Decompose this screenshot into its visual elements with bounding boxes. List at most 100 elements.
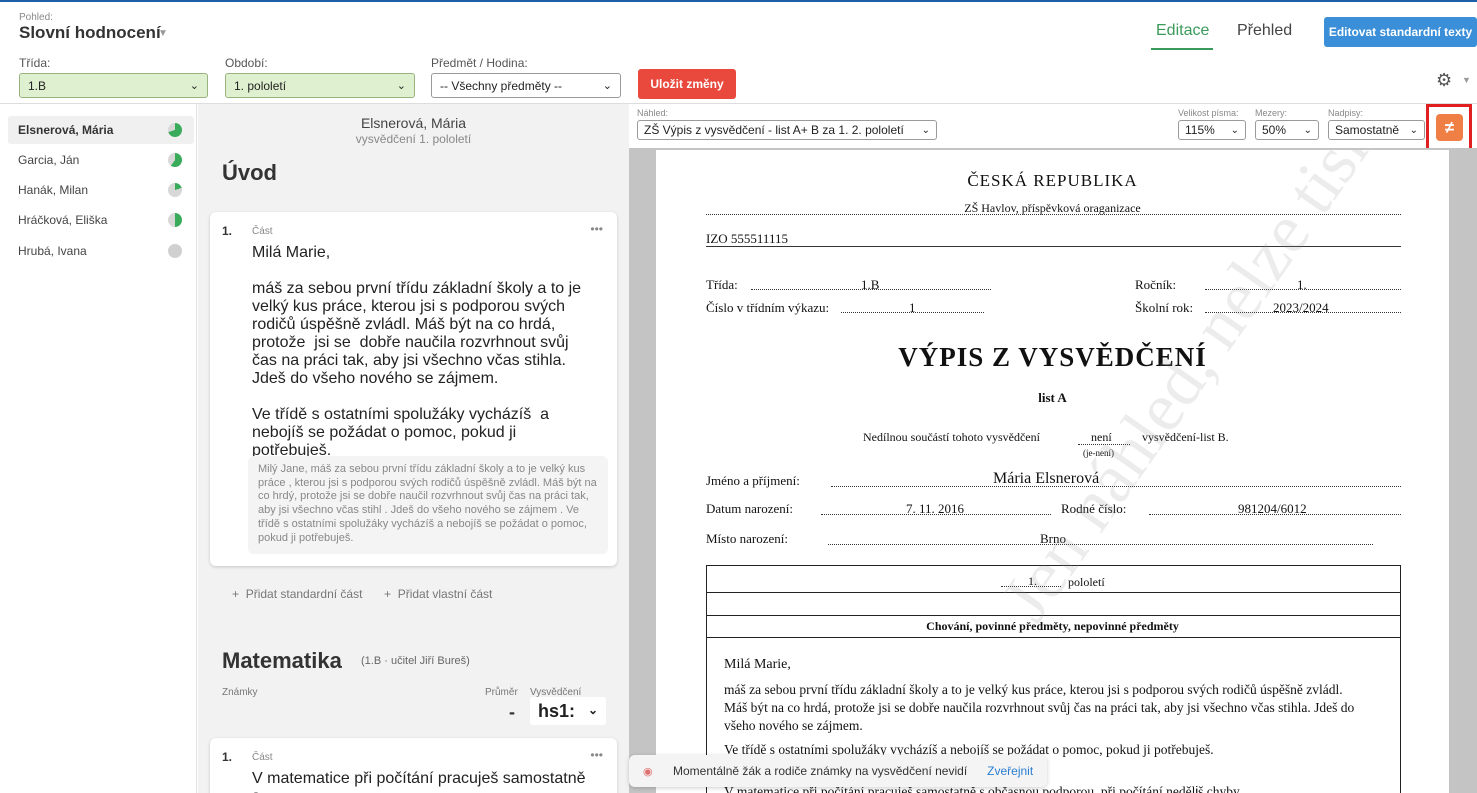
part-text-editor[interactable]: Milá Marie, máš za sebou první třídu zák… bbox=[252, 244, 597, 460]
text-part-card[interactable]: 1. Část ••• Milá Marie, máš za sebou prv… bbox=[210, 212, 617, 566]
report-subtitle: vysvědčení 1. pololetí bbox=[355, 132, 472, 146]
part-text-editor[interactable]: V matematice při počítání pracuješ samos… bbox=[252, 770, 597, 793]
predmet-select[interactable]: -- Všechny předměty -- ⌄ bbox=[431, 73, 621, 98]
tab-prehled[interactable]: Přehled bbox=[1237, 22, 1292, 40]
chevron-down-icon: ⌄ bbox=[1409, 124, 1418, 136]
student-item[interactable]: Elsnerová, Mária bbox=[8, 116, 194, 144]
section-title-uvod: Úvod bbox=[222, 160, 277, 185]
doc-trida-value: 1.B bbox=[861, 277, 880, 292]
headings-value: Samostatně bbox=[1335, 123, 1400, 137]
report-document: ČESKÁ REPUBLIKA ZŠ Havlov, příspěvková o… bbox=[656, 150, 1449, 793]
report-grade-select[interactable]: hs1: ⌄ bbox=[530, 697, 606, 725]
chevron-down-icon[interactable]: ▼ bbox=[158, 28, 168, 39]
average-value: - bbox=[509, 702, 515, 722]
publish-link[interactable]: Zveřejnit bbox=[987, 764, 1033, 778]
toast-message: Momentálně žák a rodiče známky na vysvěd… bbox=[673, 764, 968, 778]
nahled-label: Náhled: bbox=[637, 108, 669, 118]
gear-icon[interactable]: ⚙ bbox=[1436, 70, 1452, 91]
student-item[interactable]: Hrubá, Ivana bbox=[8, 237, 194, 265]
doc-list: list A bbox=[1038, 390, 1067, 405]
student-item[interactable]: Hráčková, Eliška bbox=[8, 206, 194, 234]
headings-label: Nadpisy: bbox=[1328, 108, 1364, 118]
view-title-dropdown[interactable]: Slovní hodnocení bbox=[19, 23, 161, 43]
spacing-select[interactable]: 50% ⌄ bbox=[1255, 120, 1319, 140]
visibility-toast: ◉ Momentálně žák a rodiče známky na vysv… bbox=[629, 755, 1047, 787]
template-value: ZŠ Výpis z vysvědčení - list A+ B za 1. … bbox=[644, 123, 904, 137]
more-options-icon[interactable]: ••• bbox=[590, 222, 603, 236]
progress-pie-icon bbox=[168, 213, 182, 227]
obdobi-value: 1. pololetí bbox=[234, 78, 287, 93]
doc-trida-label: Třída: bbox=[706, 277, 738, 292]
trida-value: 1.B bbox=[28, 78, 47, 93]
student-name: Elsnerová, Mária bbox=[18, 123, 114, 137]
font-size-label: Velikost písma: bbox=[1178, 108, 1239, 118]
doc-rc-value: 981204/6012 bbox=[1238, 501, 1307, 516]
chevron-down-icon: ⌄ bbox=[1230, 124, 1239, 136]
spacing-label: Mezery: bbox=[1255, 108, 1288, 118]
font-size-value: 115% bbox=[1185, 123, 1215, 137]
tab-editace[interactable]: Editace bbox=[1156, 22, 1209, 40]
doc-rocnik-label: Ročník: bbox=[1135, 277, 1177, 292]
obdobi-select[interactable]: 1. pololetí ⌄ bbox=[225, 73, 415, 98]
doc-body-paragraph: máš za sebou první třídu základní školy … bbox=[724, 682, 1355, 733]
section-title-math: Matematika bbox=[222, 648, 342, 673]
doc-title: VÝPIS Z VYSVĚDČENÍ bbox=[898, 342, 1207, 372]
doc-name-label: Jméno a příjmení: bbox=[706, 473, 800, 488]
progress-pie-icon bbox=[168, 244, 182, 258]
math-subtitle: (1.B · učitel Jiří Bureš) bbox=[361, 655, 470, 667]
student-name: Garcia, Ján bbox=[18, 153, 80, 167]
font-size-select[interactable]: 115% ⌄ bbox=[1178, 120, 1246, 140]
trida-select[interactable]: 1.B ⌄ bbox=[19, 73, 208, 98]
doc-cislo-value: 1 bbox=[909, 300, 916, 315]
student-item[interactable]: Hanák, Milan bbox=[8, 176, 194, 204]
save-changes-button[interactable]: Uložit změny bbox=[638, 69, 736, 99]
chevron-down-icon: ⌄ bbox=[587, 703, 598, 717]
doc-birth-label: Datum narození: bbox=[706, 501, 793, 516]
chevron-down-icon: ⌄ bbox=[921, 124, 930, 136]
spacing-value: 50% bbox=[1262, 123, 1287, 137]
doc-cislo-label: Číslo v třídním výkazu: bbox=[706, 300, 830, 315]
more-options-icon[interactable]: ••• bbox=[590, 748, 603, 762]
student-item[interactable]: Garcia, Ján bbox=[8, 146, 194, 174]
student-name: Hráčková, Eliška bbox=[18, 213, 108, 227]
average-label: Průměr bbox=[485, 687, 518, 698]
add-own-part-button[interactable]: + Přidat vlastní část bbox=[384, 587, 492, 601]
top-accent-line bbox=[0, 0, 1477, 2]
predmet-label: Předmět / Hodina: bbox=[431, 56, 528, 70]
predmet-value: -- Všechny předměty -- bbox=[440, 78, 563, 93]
chevron-down-icon: ⌄ bbox=[189, 80, 199, 92]
student-heading: Elsnerová, Mária bbox=[360, 115, 467, 131]
original-text-preview: Milý Jane, máš za sebou první třídu zákl… bbox=[248, 456, 608, 554]
obdobi-label: Období: bbox=[225, 56, 268, 70]
doc-place-label: Místo narození: bbox=[706, 531, 788, 546]
grades-label: Známky bbox=[222, 687, 258, 698]
divider bbox=[706, 637, 1401, 638]
plus-icon: + bbox=[232, 587, 240, 601]
edit-standard-texts-button[interactable]: Editovat standardní texty bbox=[1324, 17, 1477, 47]
text-part-card[interactable]: 1. Část ••• V matematice při počítání pr… bbox=[210, 738, 617, 793]
doc-body-greeting: Milá Marie, bbox=[724, 657, 791, 672]
view-label: Pohled: bbox=[19, 12, 53, 23]
chevron-down-icon: ⌄ bbox=[1303, 124, 1312, 136]
progress-pie-icon bbox=[168, 123, 182, 137]
report-grade-value: hs1: bbox=[538, 700, 576, 721]
headings-select[interactable]: Samostatně ⌄ bbox=[1328, 120, 1425, 140]
active-tab-indicator bbox=[1151, 48, 1213, 50]
part-label: Část bbox=[252, 226, 273, 237]
part-number: 1. bbox=[222, 224, 233, 238]
add-own-label: Přidat vlastní část bbox=[397, 587, 493, 601]
editor-pane: Elsnerová, Mária vysvědčení 1. pololetí … bbox=[198, 104, 629, 793]
chevron-down-icon[interactable]: ▼ bbox=[1462, 75, 1471, 85]
template-select[interactable]: ZŠ Výpis z vysvědčení - list A+ B za 1. … bbox=[637, 120, 937, 140]
part-number: 1. bbox=[222, 750, 233, 764]
part-label: Část bbox=[252, 752, 273, 763]
not-equal-icon[interactable]: ≠ bbox=[1436, 114, 1463, 141]
add-standard-part-button[interactable]: + Přidat standardní část bbox=[232, 587, 362, 601]
add-standard-label: Přidat standardní část bbox=[245, 587, 363, 601]
chevron-down-icon: ⌄ bbox=[396, 80, 406, 92]
eye-off-icon: ◉ bbox=[643, 765, 653, 778]
student-name: Hrubá, Ivana bbox=[18, 244, 87, 258]
plus-icon: + bbox=[384, 587, 392, 601]
progress-pie-icon bbox=[168, 183, 182, 197]
progress-pie-icon bbox=[168, 153, 182, 167]
